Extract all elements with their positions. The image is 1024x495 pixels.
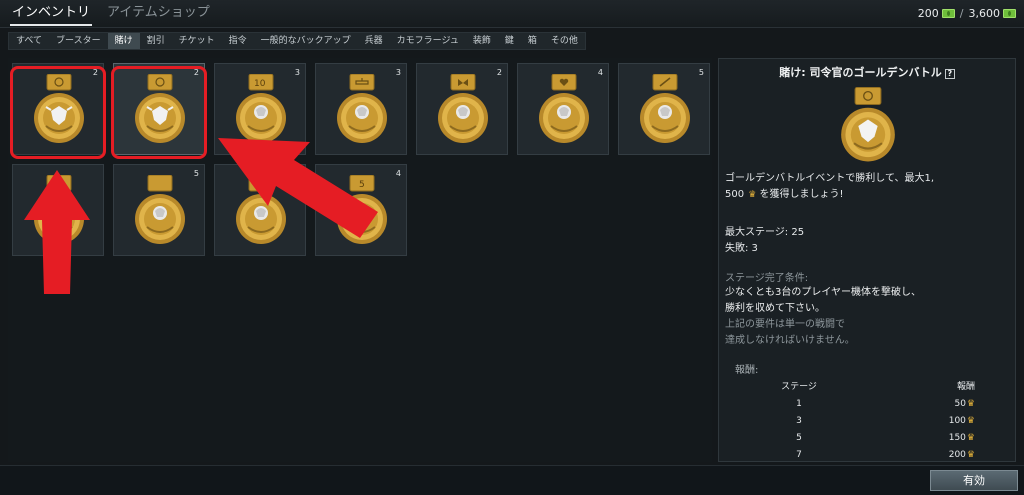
subtab-decorations[interactable]: 装飾 (466, 33, 498, 49)
gold-medal-icon (438, 74, 488, 143)
reward-stage: 3 (796, 416, 802, 426)
reward-row: 5 150♛ (749, 430, 989, 447)
item-quantity: 5 (193, 169, 199, 178)
highlight-box-1 (10, 66, 106, 159)
condition-line1: 少なくとも3台のプレイヤー機体を撃破し、 (725, 287, 922, 298)
top-bar: インベントリ アイテムショップ 200 / 3,600 (0, 0, 1024, 28)
reward-value: 200♛ (849, 447, 989, 464)
reward-value: 150♛ (849, 430, 989, 447)
tab-item-shop[interactable]: アイテムショップ (107, 4, 210, 26)
desc-suffix: を獲得しましょう! (759, 189, 844, 200)
reward-stage: 7 (796, 450, 802, 460)
gold-medal-icon (640, 74, 690, 143)
gold-crown-icon: ♛ (748, 190, 757, 200)
bottom-bar (0, 465, 1024, 495)
currency-display: 200 / 3,600 (918, 7, 1016, 20)
gold-cash-icon (1003, 9, 1016, 18)
annotation-arrow-up (24, 170, 90, 294)
subtab-camouflage[interactable]: カモフラージュ (390, 33, 466, 49)
inventory-item[interactable]: 5 (618, 63, 710, 155)
subtab-orders[interactable]: 指令 (222, 33, 254, 49)
desc-amount: 500 (725, 189, 745, 200)
item-quantity: 3 (395, 68, 401, 77)
gold-medal-icon (539, 74, 589, 143)
tab-inventory[interactable]: インベントリ (10, 4, 93, 26)
detail-title-text: 賭け: 司令官のゴールデンバトル (779, 66, 942, 79)
item-quantity: 3 (294, 68, 300, 77)
subtab-all[interactable]: すべて (9, 33, 49, 49)
inventory-item[interactable]: 5 (113, 164, 205, 256)
category-tabs: すべて ブースター 賭け 割引 チケット 指令 一般的なバックアップ 兵器 カモ… (8, 32, 586, 50)
reward-amount: 100 (948, 416, 966, 426)
gold-amount: 3,600 (968, 7, 1001, 20)
subtab-tickets[interactable]: チケット (172, 33, 222, 49)
reward-table-header: ステージ 報酬 (749, 379, 989, 396)
item-detail-panel: 賭け: 司令官のゴールデンバトル? ゴールデンバトルイベントで勝利して、最大1,… (718, 58, 1016, 462)
apply-button[interactable]: 有効 (930, 470, 1018, 491)
gold-crown-icon: ♛ (966, 416, 975, 426)
detail-description: ゴールデンバトルイベントで勝利して、最大1, 500 ♛ を獲得しましょう! (725, 171, 1009, 203)
condition-line3: 上記の要件は単一の戦闘で (725, 319, 845, 330)
condition-line2: 勝利を収めて下さい。 (725, 303, 825, 314)
item-quantity: 4 (395, 169, 401, 178)
item-quantity: 4 (597, 68, 603, 77)
subtab-vehicles[interactable]: 兵器 (358, 33, 390, 49)
reward-table: ステージ 報酬 1 50♛ 3 100♛ 5 150♛ 7 200♛ (749, 379, 989, 464)
reward-amount: 200 (948, 450, 966, 460)
subtab-boxes[interactable]: 箱 (521, 33, 544, 49)
stage-header: ステージ (781, 382, 817, 392)
gold-medal-icon (135, 175, 185, 244)
reward-amount: 150 (948, 433, 966, 443)
inventory-item[interactable]: 2 (416, 63, 508, 155)
detail-medal-icon (841, 87, 895, 162)
highlight-box-2 (111, 66, 207, 159)
gold-crown-icon: ♛ (966, 399, 975, 409)
reward-value: 50♛ (849, 396, 989, 413)
reward-label: 報酬: (735, 365, 759, 376)
reward-stage: 1 (796, 399, 802, 409)
condition-label: ステージ完了条件: (725, 273, 809, 284)
max-stage: 最大ステージ: 25 (725, 227, 805, 238)
desc-line2: 500 ♛ を獲得しましょう! (725, 187, 1009, 203)
silver-amount: 200 (917, 7, 939, 20)
reward-header: 報酬 (956, 382, 975, 392)
subtab-other[interactable]: その他 (544, 33, 585, 49)
currency-separator: / (959, 7, 964, 20)
svg-text:10: 10 (254, 79, 266, 89)
reward-row: 1 50♛ (749, 396, 989, 413)
detail-title: 賭け: 司令官のゴールデンバトル? (719, 64, 1015, 80)
reward-stage: 5 (796, 433, 802, 443)
reward-value: 100♛ (849, 413, 989, 430)
subtab-discounts[interactable]: 割引 (140, 33, 172, 49)
subtab-keys[interactable]: 鍵 (498, 33, 521, 49)
subtab-wagers[interactable]: 賭け (107, 33, 140, 49)
gold-crown-icon: ♛ (966, 450, 975, 460)
subtab-boosters[interactable]: ブースター (49, 33, 108, 49)
reward-amount: 50 (954, 399, 966, 409)
reward-row: 7 200♛ (749, 447, 989, 464)
failures: 失敗: 3 (725, 243, 758, 254)
condition-line4: 達成しなければいけません。 (725, 335, 855, 346)
help-icon[interactable]: ? (944, 69, 955, 79)
subtab-backups[interactable]: 一般的なバックアップ (254, 33, 358, 49)
gold-crown-icon: ♛ (966, 433, 975, 443)
silver-cash-icon (941, 9, 955, 18)
item-quantity: 5 (698, 68, 704, 77)
inventory-item[interactable]: 4 (517, 63, 609, 155)
annotation-arrow-diagonal (218, 138, 378, 238)
desc-line1: ゴールデンバトルイベントで勝利して、最大1, (725, 173, 935, 184)
item-quantity: 2 (496, 68, 502, 77)
reward-row: 3 100♛ (749, 413, 989, 430)
